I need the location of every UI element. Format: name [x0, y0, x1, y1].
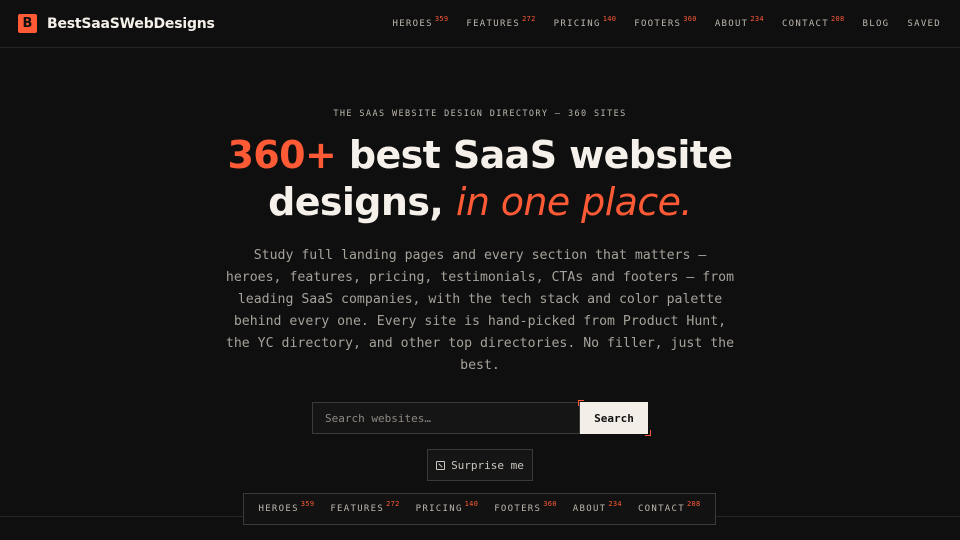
pill-item-count: 234 — [608, 500, 622, 508]
pill-item-count: 272 — [386, 500, 400, 508]
pill-item-label: FEATURES — [330, 504, 385, 514]
nav-item-label: FEATURES — [466, 18, 521, 29]
surprise-me-label: Surprise me — [451, 458, 524, 472]
nav-item-count: 234 — [750, 14, 764, 23]
pill-item-label: HEROES — [258, 504, 299, 514]
pill-item-label: PRICING — [415, 504, 463, 514]
dice-icon — [436, 460, 446, 470]
pill-item-label: CONTACT — [637, 504, 685, 514]
nav-item-about[interactable]: ABOUT 234 — [714, 15, 764, 29]
headline-line2: designs, — [268, 180, 456, 224]
nav-item-contact[interactable]: CONTACT 208 — [781, 15, 845, 29]
floating-section-nav: HEROES 359 FEATURES 272 PRICING 140 FOOTERS… — [243, 493, 716, 525]
nav-item-features[interactable]: FEATURES 272 — [466, 15, 535, 29]
brand-logo-link[interactable]: B BestSaaSWebDesigns — [18, 14, 215, 33]
search-button[interactable]: Search — [580, 402, 648, 434]
search-button-frame: Search — [578, 400, 651, 436]
nav-item-blog[interactable]: BLOG — [863, 19, 890, 29]
nav-item-heroes[interactable]: HEROES 359 — [392, 15, 449, 29]
pill-item-contact[interactable]: CONTACT 208 — [637, 500, 701, 514]
pill-item-count: 208 — [686, 500, 701, 508]
nav-item-count: 140 — [602, 14, 617, 23]
pill-item-features[interactable]: FEATURES 272 — [330, 500, 399, 514]
nav-item-saved[interactable]: SAVED — [907, 19, 941, 29]
nav-item-label: SAVED — [907, 18, 941, 29]
nav-item-count: 359 — [434, 14, 449, 23]
pill-item-label: FOOTERS — [494, 504, 542, 514]
nav-item-count: 360 — [683, 14, 697, 23]
nav-item-label: PRICING — [553, 18, 601, 29]
nav-item-label: ABOUT — [714, 18, 749, 29]
surprise-me-button[interactable]: Surprise me — [427, 449, 533, 481]
hero-headline: 360+ best SaaS website designs, in one p… — [0, 132, 960, 226]
site-header: B BestSaaSWebDesigns HEROES 359 FEATURES 2… — [0, 0, 960, 48]
nav-item-footers[interactable]: FOOTERS 360 — [634, 15, 697, 29]
pill-item-heroes[interactable]: HEROES 359 — [258, 500, 314, 514]
nav-item-count: 208 — [830, 14, 845, 23]
brand-name: BestSaaSWebDesigns — [47, 15, 215, 32]
headline-main: best SaaS website — [336, 133, 733, 177]
nav-item-pricing[interactable]: PRICING 140 — [553, 15, 617, 29]
nav-item-label: BLOG — [862, 18, 890, 29]
pill-item-pricing[interactable]: PRICING 140 — [415, 500, 479, 514]
nav-item-label: CONTACT — [781, 18, 829, 29]
brand-mark-icon: B — [18, 14, 37, 33]
hero-eyebrow: THE SAAS WEBSITE DESIGN DIRECTORY — 360 … — [333, 109, 627, 119]
pill-item-count: 360 — [543, 500, 557, 508]
hero-description: Study full landing pages and every secti… — [225, 248, 735, 373]
pill-item-about[interactable]: ABOUT 234 — [572, 500, 622, 514]
headline-accent: 360+ — [227, 133, 337, 177]
search-input[interactable] — [312, 402, 580, 434]
main-nav: HEROES 359 FEATURES 272 PRICING 140 FOOTERS… — [392, 15, 942, 29]
nav-item-label: FOOTERS — [634, 18, 682, 29]
nav-item-label: HEROES — [392, 18, 433, 29]
search-form: Search — [312, 400, 651, 436]
pill-item-count: 359 — [300, 500, 315, 508]
pill-item-count: 140 — [464, 500, 479, 508]
pill-item-footers[interactable]: FOOTERS 360 — [494, 500, 557, 514]
pill-item-label: ABOUT — [572, 504, 607, 514]
nav-item-count: 272 — [522, 14, 536, 23]
headline-italic: in one place. — [455, 180, 693, 224]
